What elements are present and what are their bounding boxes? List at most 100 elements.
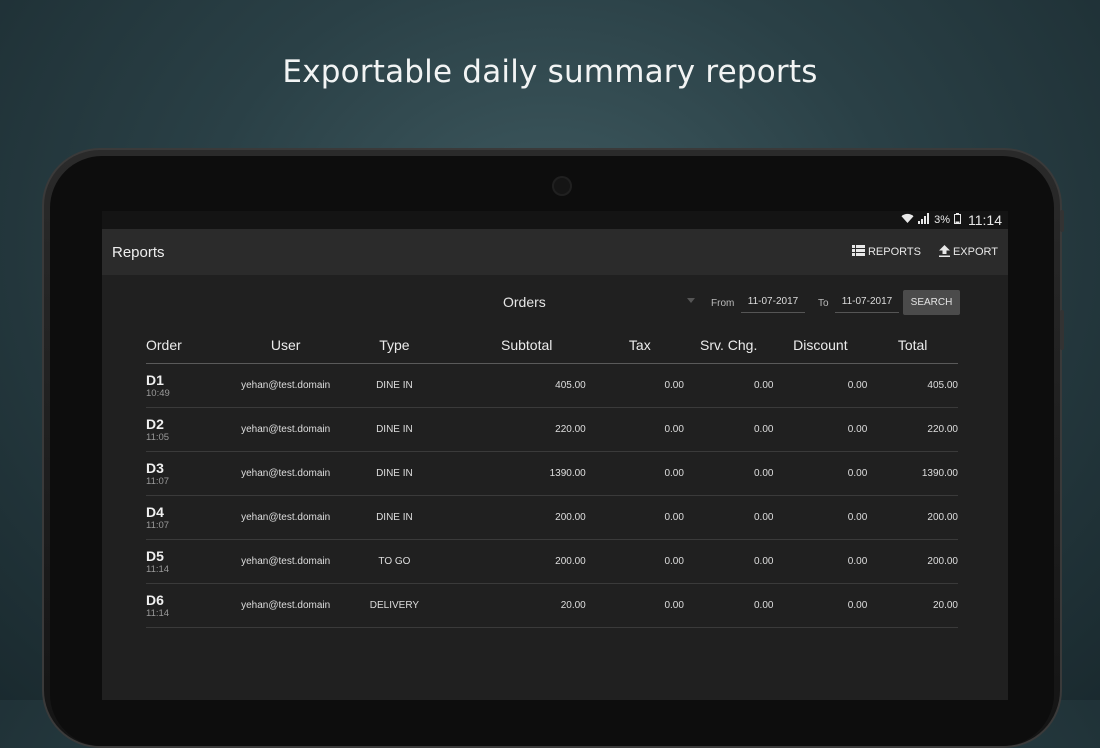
tax-cell: 0.00	[585, 407, 684, 452]
reports-label: REPORTS	[867, 246, 921, 258]
total-cell: 220.00	[867, 407, 958, 452]
headline: Exportable daily summary reports	[282, 54, 818, 90]
type-cell: DINE IN	[361, 451, 428, 496]
order-cell: D3 11:07	[146, 451, 211, 496]
search-button[interactable]: SEARCH	[903, 290, 960, 315]
battery-percent: 3%	[934, 214, 950, 226]
table-row[interactable]: D3 11:07 yehan@test.domain DINE IN 1390.00 0.…	[146, 451, 958, 496]
to-date-field[interactable]: 11-07-2017	[835, 292, 899, 313]
column-header: Tax	[585, 327, 684, 364]
column-header: Discount	[773, 327, 868, 364]
discount-cell: 0.00	[773, 495, 868, 540]
order-time: 11:14	[146, 607, 170, 619]
order-cell: D5 11:14	[146, 539, 211, 584]
upload-icon	[938, 244, 950, 260]
column-header: Srv. Chg.	[683, 327, 774, 364]
subtotal-cell: 200.00	[427, 495, 586, 540]
order-cell: D6 11:14	[146, 583, 211, 628]
user-cell: yehan@test.domain	[210, 495, 362, 540]
user-cell: yehan@test.domain	[210, 539, 362, 584]
signal-icon	[918, 213, 930, 227]
subtotal-cell: 200.00	[427, 539, 586, 584]
user-cell: yehan@test.domain	[210, 407, 362, 452]
volume-button	[1060, 310, 1064, 350]
to-label: To	[818, 298, 829, 309]
order-id: D3	[146, 459, 164, 476]
status-time: 11:14	[968, 212, 1002, 228]
total-cell: 200.00	[867, 539, 958, 584]
status-bar: 3% 11:14	[102, 211, 1008, 229]
order-id: D2	[146, 415, 164, 432]
order-time: 11:07	[146, 475, 170, 487]
discount-cell: 0.00	[773, 451, 868, 496]
order-time: 11:14	[146, 563, 170, 575]
table-row[interactable]: D6 11:14 yehan@test.domain DELIVERY 20.00 0.0…	[146, 583, 958, 628]
report-type-value: Orders	[503, 294, 546, 310]
order-id: D6	[146, 591, 164, 608]
user-cell: yehan@test.domain	[210, 583, 362, 628]
orders-table: Order User Type Subtotal Tax Srv. Chg. D…	[146, 327, 958, 628]
discount-cell: 0.00	[773, 539, 868, 584]
discount-cell: 0.00	[773, 363, 868, 408]
subtotal-cell: 220.00	[427, 407, 586, 452]
order-time: 10:49	[146, 387, 170, 399]
table-header-row: Order User Type Subtotal Tax Srv. Chg. D…	[146, 327, 958, 364]
column-header: Type	[361, 327, 428, 364]
report-type-select[interactable]: Orders	[407, 291, 697, 311]
service-charge-cell: 0.00	[683, 407, 774, 452]
order-cell: D2 11:05	[146, 407, 211, 452]
page-title: Reports	[112, 243, 165, 261]
export-button[interactable]: EXPORT	[938, 244, 998, 260]
column-header: Subtotal	[427, 327, 586, 364]
type-cell: DINE IN	[361, 407, 428, 452]
dropdown-caret-icon	[687, 298, 695, 303]
subtotal-cell: 20.00	[427, 583, 586, 628]
battery-icon	[954, 213, 961, 227]
order-cell: D1 10:49	[146, 363, 211, 408]
user-cell: yehan@test.domain	[210, 451, 362, 496]
app-screen: 3% 11:14 Reports REPORTS EXPORT Orders F…	[102, 211, 1008, 700]
discount-cell: 0.00	[773, 407, 868, 452]
column-header: Total	[867, 327, 958, 364]
table-row[interactable]: D2 11:05 yehan@test.domain DINE IN 220.00 0.0…	[146, 407, 958, 452]
table-row[interactable]: D4 11:07 yehan@test.domain DINE IN 200.00 0.0…	[146, 495, 958, 540]
wifi-icon	[901, 213, 914, 227]
tax-cell: 0.00	[585, 363, 684, 408]
service-charge-cell: 0.00	[683, 583, 774, 628]
total-cell: 20.00	[867, 583, 958, 628]
service-charge-cell: 0.00	[683, 451, 774, 496]
camera-icon	[552, 176, 572, 196]
type-cell: DINE IN	[361, 495, 428, 540]
order-id: D1	[146, 371, 164, 388]
column-header: User	[210, 327, 362, 364]
from-label: From	[711, 298, 735, 309]
type-cell: DINE IN	[361, 363, 428, 408]
total-cell: 405.00	[867, 363, 958, 408]
service-charge-cell: 0.00	[683, 539, 774, 584]
total-cell: 1390.00	[867, 451, 958, 496]
total-cell: 200.00	[867, 495, 958, 540]
reports-button[interactable]: REPORTS	[851, 245, 921, 259]
subtotal-cell: 405.00	[427, 363, 586, 408]
service-charge-cell: 0.00	[683, 495, 774, 540]
order-id: D5	[146, 547, 164, 564]
list-icon	[851, 245, 865, 259]
order-cell: D4 11:07	[146, 495, 211, 540]
app-toolbar: Reports REPORTS EXPORT	[102, 229, 1008, 275]
tax-cell: 0.00	[585, 495, 684, 540]
column-header: Order	[146, 327, 211, 364]
table-row[interactable]: D1 10:49 yehan@test.domain DINE IN 405.00 0.0…	[146, 363, 958, 408]
from-date-field[interactable]: 11-07-2017	[741, 292, 805, 313]
table-row[interactable]: D5 11:14 yehan@test.domain TO GO 200.00 0.00 0…	[146, 539, 958, 584]
export-label: EXPORT	[952, 246, 998, 258]
tax-cell: 0.00	[585, 583, 684, 628]
service-charge-cell: 0.00	[683, 363, 774, 408]
power-button	[1060, 210, 1064, 232]
order-id: D4	[146, 503, 164, 520]
type-cell: DELIVERY	[361, 583, 428, 628]
user-cell: yehan@test.domain	[210, 363, 362, 408]
tax-cell: 0.00	[585, 451, 684, 496]
filter-bar: Orders From 11-07-2017 To 11-07-2017 SEA…	[102, 275, 1008, 329]
order-time: 11:07	[146, 519, 170, 531]
tax-cell: 0.00	[585, 539, 684, 584]
